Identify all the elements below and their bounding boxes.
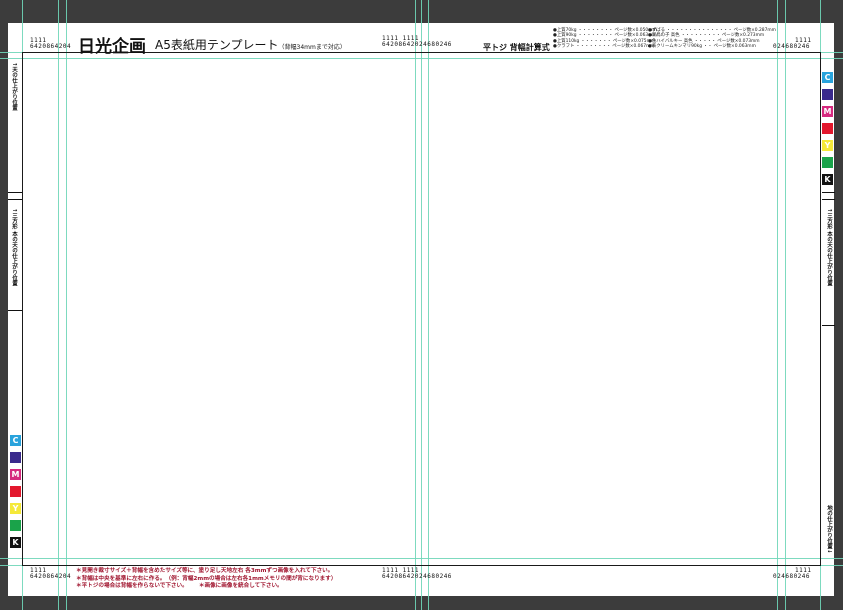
brand-logo: 日光企画: [78, 37, 146, 57]
spine-calc-label: 平トジ 背幅計算式: [483, 43, 550, 52]
scale-bottom-center: 1111 1111 64208642024680246: [382, 567, 452, 580]
color-swatch: M: [822, 106, 833, 117]
trim-tick: [8, 192, 22, 193]
scale-bottom-right: 1111 024680246: [773, 567, 812, 580]
paper-list-col2: ●ずばる ・・・・・・・・・・・・・・・ ページ数×0.287mm ●新鳥の子 …: [648, 28, 776, 50]
left-mid-label: ↑三方形 本の天の仕上がり位置: [11, 208, 17, 287]
scale-right: 1111 024680246: [773, 37, 812, 50]
trim-tick: [822, 192, 835, 193]
note-line: ＊見開き裁寸サイズ＋背幅を含めたサイズ等に、塗り足し天地左右 各3mmずつ画像を…: [76, 568, 334, 574]
color-swatch: Y: [10, 503, 21, 514]
instructions: ＊見開き裁寸サイズ＋背幅を含めたサイズ等に、塗り足し天地左右 各3mmずつ画像を…: [76, 568, 336, 591]
color-swatch: C: [822, 72, 833, 83]
trim-tick: [8, 310, 22, 311]
scale-left: 1111 6420864204: [30, 37, 72, 50]
color-swatch: [10, 520, 21, 531]
color-swatch: Y: [822, 140, 833, 151]
trim-tick: [822, 199, 835, 200]
page-title: A5表紙用テンプレート（背幅34mmまで対応）: [155, 38, 346, 52]
trim-frame: [22, 52, 821, 566]
swatch-label: Y: [824, 141, 831, 150]
color-swatch: K: [10, 537, 21, 548]
paper-item: ●表クリームキンマリ90kg ・・ ページ数×0.063mm: [648, 44, 756, 50]
swatch-label: K: [824, 175, 831, 184]
right-bottom-label: 地の仕上がり位置↓: [826, 505, 832, 554]
swatch-label: M: [11, 470, 20, 479]
scale-center: 1111 1111 64208642024680246: [382, 35, 452, 48]
right-mid-label: ↑三方形 本の天の仕上がり位置: [826, 208, 832, 287]
left-top-label: ↑天の仕上がり位置: [11, 62, 17, 111]
color-swatch: [10, 452, 21, 463]
note-line: ＊平トジの場合は背幅を作らないで下さい。 ＊画像に画像を統合して下さい。: [76, 583, 283, 590]
color-swatch: C: [10, 435, 21, 446]
scale-bottom-left: 1111 6420864204: [30, 567, 72, 580]
swatch-label: C: [12, 436, 19, 445]
trim-tick: [8, 199, 22, 200]
color-swatch: [10, 486, 21, 497]
color-swatch: [822, 123, 833, 134]
paper-list-col1: ●上質70kg ・・・・・・・・ ページ数×0.050mm ●上質90kg ・・…: [553, 28, 657, 50]
trim-tick: [822, 325, 835, 326]
color-swatch: K: [822, 174, 833, 185]
swatch-label: M: [823, 107, 832, 116]
swatch-label: K: [12, 538, 19, 547]
swatch-label: C: [824, 73, 831, 82]
color-swatch: [822, 157, 833, 168]
color-swatch: [822, 89, 833, 100]
swatch-label: Y: [12, 504, 19, 513]
title-note: （背幅34mmまで対応）: [278, 44, 346, 51]
color-swatch: M: [10, 469, 21, 480]
paper-item: ●クラフト ・・・・・・・・ ページ数×0.067mm: [553, 44, 655, 50]
